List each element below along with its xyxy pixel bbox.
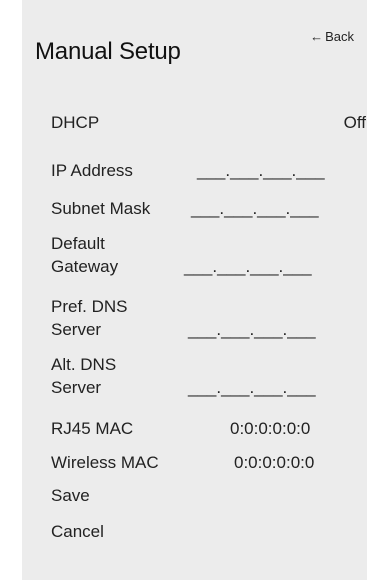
page-title: Manual Setup — [35, 38, 181, 65]
alt-dns-label-line1: Alt. DNS — [51, 355, 117, 374]
dhcp-label: DHCP — [51, 113, 100, 132]
ip-address-field[interactable]: ___.___.___.___ — [197, 160, 325, 181]
ip-address-label: IP Address — [51, 161, 133, 180]
back-button[interactable]: ← Back — [310, 29, 354, 44]
subnet-mask-row[interactable]: Subnet Mask ___.___.___.___ — [51, 198, 367, 220]
back-label: Back — [325, 29, 354, 44]
cancel-button[interactable]: Cancel — [51, 522, 104, 542]
subnet-mask-field[interactable]: ___.___.___.___ — [191, 198, 319, 219]
pref-dns-row[interactable]: Pref. DNS Server ___.___.___.___ — [51, 296, 367, 340]
ip-address-row[interactable]: IP Address ___.___.___.___ — [51, 160, 367, 182]
save-button[interactable]: Save — [51, 486, 90, 506]
manual-setup-panel: ← Back Manual Setup DHCP Off IP Address … — [22, 0, 367, 580]
subnet-mask-label: Subnet Mask — [51, 199, 151, 218]
default-gateway-label-line1: Default — [51, 234, 105, 253]
wireless-mac-row: Wireless MAC 0:0:0:0:0:0 — [51, 452, 367, 474]
alt-dns-label-line2: Server — [51, 378, 102, 397]
pref-dns-label-line2: Server — [51, 320, 102, 339]
default-gateway-label-line2: Gateway — [51, 257, 119, 276]
rj45-mac-label: RJ45 MAC — [51, 419, 134, 438]
alt-dns-field[interactable]: ___.___.___.___ — [188, 377, 316, 398]
rj45-mac-row: RJ45 MAC 0:0:0:0:0:0 — [51, 418, 367, 440]
pref-dns-field[interactable]: ___.___.___.___ — [188, 319, 316, 340]
back-arrow-icon: ← — [310, 29, 324, 44]
rj45-mac-value: 0:0:0:0:0:0 — [230, 419, 311, 438]
dhcp-row[interactable]: DHCP Off — [51, 112, 367, 134]
pref-dns-label-line1: Pref. DNS — [51, 297, 128, 316]
wireless-mac-label: Wireless MAC — [51, 453, 159, 472]
alt-dns-row[interactable]: Alt. DNS Server ___.___.___.___ — [51, 354, 367, 398]
dhcp-value[interactable]: Off — [344, 112, 366, 133]
wireless-mac-value: 0:0:0:0:0:0 — [234, 453, 315, 472]
default-gateway-field[interactable]: ___.___.___.___ — [184, 256, 312, 277]
default-gateway-row[interactable]: Default Gateway ___.___.___.___ — [51, 233, 367, 277]
